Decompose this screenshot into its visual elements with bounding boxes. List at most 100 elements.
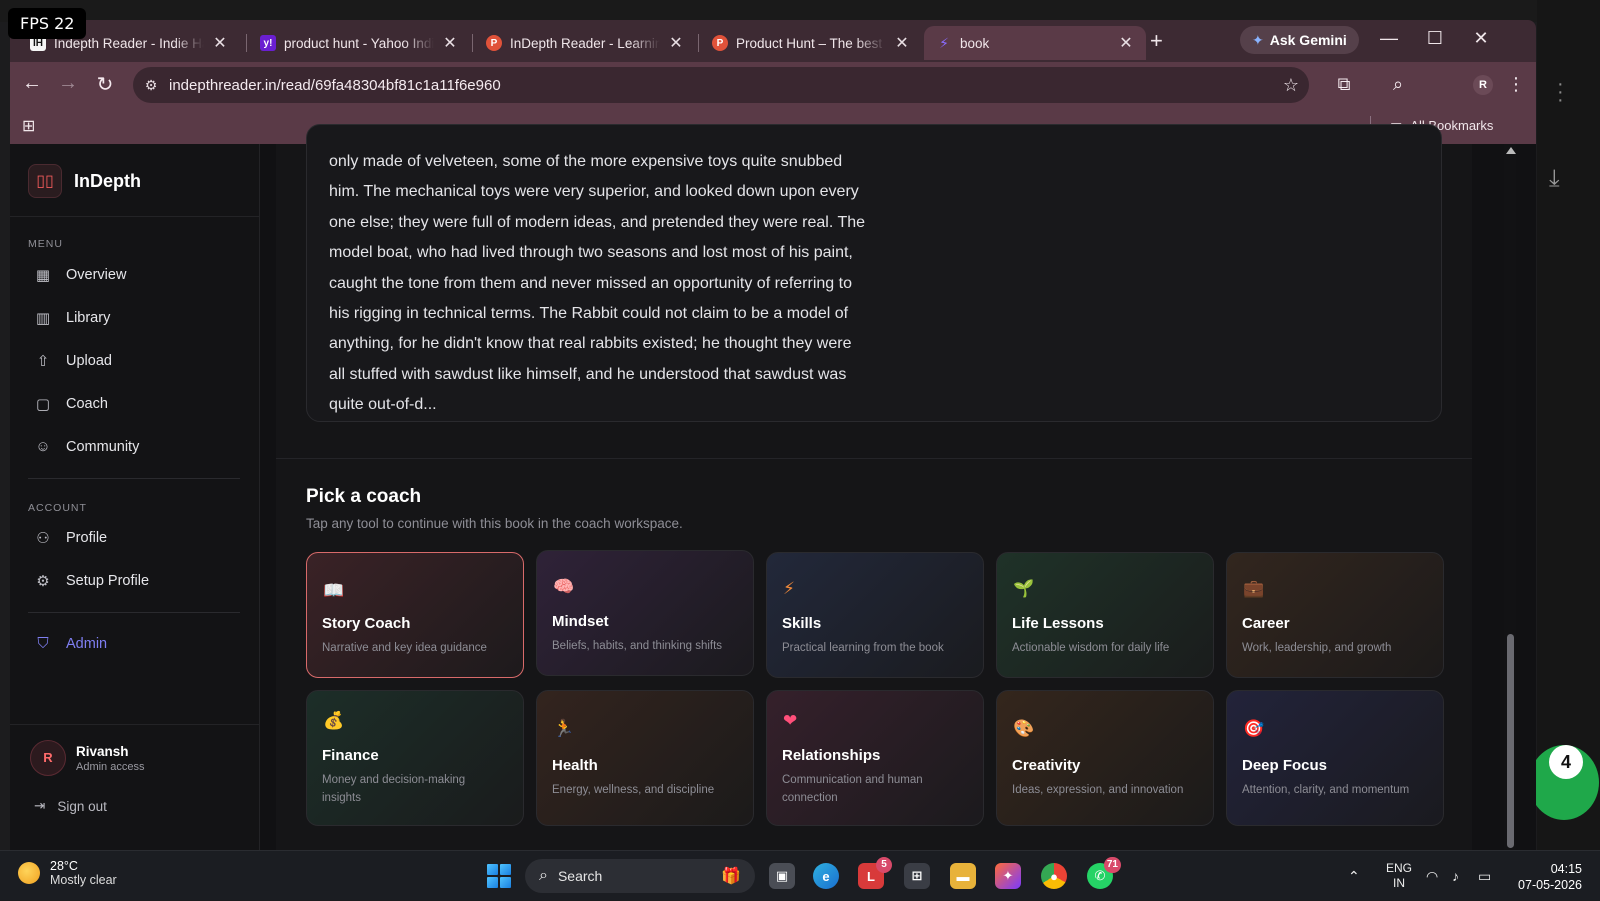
menu-section-label: MENU: [28, 238, 63, 250]
windows-start-icon[interactable]: [487, 864, 511, 888]
sign-out-button[interactable]: ⇥ Sign out: [34, 798, 107, 814]
coach-card-relationships[interactable]: ❤ Relationships Communication and human …: [766, 690, 984, 826]
sidebar-item-setup-profile[interactable]: ⚙ Setup Profile: [34, 572, 149, 590]
tab-book[interactable]: ⚡ book ✕: [924, 26, 1146, 60]
forward-arrow-icon[interactable]: →: [53, 72, 83, 95]
coach-card-career[interactable]: 💼 Career Work, leadership, and growth: [1226, 552, 1444, 678]
coach-card-health[interactable]: 🏃 Health Energy, wellness, and disciplin…: [536, 690, 754, 826]
open-book-icon: 📖: [323, 581, 345, 600]
tab-bar: IH Indepth Reader - Indie Hack ✕ y! prod…: [10, 20, 1536, 62]
close-icon[interactable]: ✕: [1118, 33, 1134, 53]
edge-browser-icon[interactable]: e: [813, 863, 839, 889]
new-tab-plus-icon[interactable]: +: [1150, 28, 1163, 54]
bookmark-star-icon[interactable]: ☆: [1273, 75, 1309, 96]
chrome-icon[interactable]: ●: [1041, 863, 1067, 889]
tab-producthunt-home[interactable]: P Product Hunt – The best new ✕: [700, 26, 922, 60]
sign-out-label: Sign out: [57, 798, 107, 814]
palette-icon: 🎨: [1013, 719, 1035, 738]
maximize-icon[interactable]: ☐: [1412, 28, 1458, 49]
windows-taskbar: 28°C Mostly clear ⌕ Search 🎁 ▣ e L5 ⊞ ▬ …: [0, 850, 1600, 900]
whatsapp-icon[interactable]: ✆ 71: [1087, 857, 1121, 889]
runner-icon: 🏃: [553, 719, 575, 738]
sidebar-divider: [28, 478, 240, 479]
minimize-icon[interactable]: —: [1366, 28, 1412, 49]
lang-region: IN: [1393, 876, 1405, 890]
back-arrow-icon[interactable]: ←: [17, 72, 47, 95]
apps-grid-icon[interactable]: ⊞: [22, 116, 35, 136]
l-app-icon[interactable]: L5: [858, 857, 892, 889]
tab-search-icon[interactable]: ⌕: [1384, 74, 1412, 95]
fps-counter: FPS 22: [8, 8, 87, 39]
lightning-icon: ⚡: [783, 579, 795, 598]
main-panel: only made of velveteen, some of the more…: [276, 124, 1472, 850]
grid-icon: ▦: [35, 267, 51, 284]
taskbar-search[interactable]: ⌕ Search 🎁: [525, 859, 755, 893]
sidebar-item-admin[interactable]: ⛉ Admin: [34, 635, 107, 652]
address-bar[interactable]: ⚙ indepthreader.in/read/69fa48304bf81c1a…: [133, 67, 1309, 103]
tab-yahoo-search[interactable]: y! product hunt - Yahoo India S ✕: [248, 26, 470, 60]
coach-card-name: Story Coach: [322, 615, 411, 632]
tab-favicon-icon: P: [712, 35, 728, 51]
task-view-icon[interactable]: ▣: [769, 863, 795, 889]
url-text[interactable]: indepthreader.in/read/69fa48304bf81c1a11…: [169, 77, 1273, 94]
brand[interactable]: ▯▯ InDepth: [28, 164, 141, 198]
tray-chevron-up-icon[interactable]: ⌃: [1348, 851, 1360, 901]
sidebar-item-coach[interactable]: ▢ Coach: [34, 395, 108, 413]
more-vert-icon[interactable]: · · ·: [1557, 74, 1564, 110]
coach-card-finance[interactable]: 💰 Finance Money and decision-making insi…: [306, 690, 524, 826]
sidebar-item-community[interactable]: ☺ Community: [34, 438, 139, 455]
book-logo-icon: ▯▯: [28, 164, 62, 198]
sidebar-item-profile[interactable]: ⚇ Profile: [34, 529, 107, 547]
user-card[interactable]: R Rivansh Admin access: [30, 740, 144, 776]
taskbar-clock[interactable]: 04:15 07-05-2026: [1512, 861, 1582, 893]
weather-widget[interactable]: 28°C Mostly clear: [18, 859, 117, 887]
coach-card-deep-focus[interactable]: 🎯 Deep Focus Attention, clarity, and mom…: [1226, 690, 1444, 826]
moon-weather-icon: [18, 862, 40, 884]
profile-avatar[interactable]: R: [1473, 75, 1493, 95]
close-window-icon[interactable]: ✕: [1458, 28, 1504, 49]
l-app-badge: 5: [876, 857, 892, 873]
reload-icon[interactable]: ↻: [90, 72, 120, 97]
heart-icon: ❤: [783, 711, 798, 730]
close-icon[interactable]: ✕: [894, 33, 910, 53]
scroll-up-arrow-icon[interactable]: [1506, 147, 1516, 154]
sidebar-item-upload[interactable]: ⇧ Upload: [34, 352, 112, 370]
coach-card-story-coach[interactable]: 📖 Story Coach Narrative and key idea gui…: [306, 552, 524, 678]
language-indicator[interactable]: ENG IN: [1386, 851, 1412, 901]
sidebar-divider: [28, 612, 240, 613]
download-icon[interactable]: ⤓: [1549, 165, 1560, 193]
ask-gemini-button[interactable]: ✦ Ask Gemini: [1240, 26, 1359, 54]
coach-card-skills[interactable]: ⚡ Skills Practical learning from the boo…: [766, 552, 984, 678]
sidebar-item-label: Community: [66, 438, 140, 455]
coach-card-mindset[interactable]: 🧠 Mindset Beliefs, habits, and thinking …: [536, 550, 754, 676]
user-role: Admin access: [76, 760, 145, 773]
coach-card-creativity[interactable]: 🎨 Creativity Ideas, expression, and inno…: [996, 690, 1214, 826]
wifi-icon[interactable]: ◠: [1426, 851, 1438, 901]
coach-card-desc: Energy, wellness, and discipline: [552, 784, 715, 796]
sidebar-item-library[interactable]: ▥ Library: [34, 309, 110, 327]
coach-card-desc: Ideas, expression, and innovation: [1012, 784, 1184, 796]
browser-menu-icon[interactable]: ⋮: [1502, 74, 1530, 95]
file-explorer-icon[interactable]: ▬: [950, 863, 976, 889]
weather-temp: 28°C: [50, 859, 78, 873]
close-icon[interactable]: ✕: [668, 33, 684, 53]
target-icon: 🎯: [1243, 719, 1265, 738]
site-info-icon[interactable]: ⚙: [133, 77, 169, 94]
battery-icon[interactable]: ▭: [1478, 851, 1491, 901]
close-icon[interactable]: ✕: [212, 33, 228, 53]
sidebar-item-label: Library: [66, 310, 111, 326]
tab-producthunt-indepth[interactable]: P InDepth Reader - Learning n ✕: [474, 26, 696, 60]
volume-icon[interactable]: ♪: [1452, 851, 1459, 901]
tab-separator: [472, 34, 473, 52]
coach-card-name: Creativity: [1012, 757, 1081, 774]
scrollbar-thumb[interactable]: [1507, 634, 1514, 848]
book-icon: ▥: [35, 310, 51, 327]
notification-count: 4: [1549, 745, 1583, 779]
close-icon[interactable]: ✕: [442, 33, 458, 53]
store-icon[interactable]: ⊞: [904, 863, 930, 889]
coach-card-life-lessons[interactable]: 🌱 Life Lessons Actionable wisdom for dai…: [996, 552, 1214, 678]
extensions-icon[interactable]: ⧉: [1330, 74, 1358, 95]
sidebar-item-overview[interactable]: ▦ Overview: [34, 266, 127, 284]
tab-title: InDepth Reader - Learning n: [510, 35, 660, 51]
copilot-icon[interactable]: ✦: [995, 863, 1021, 889]
